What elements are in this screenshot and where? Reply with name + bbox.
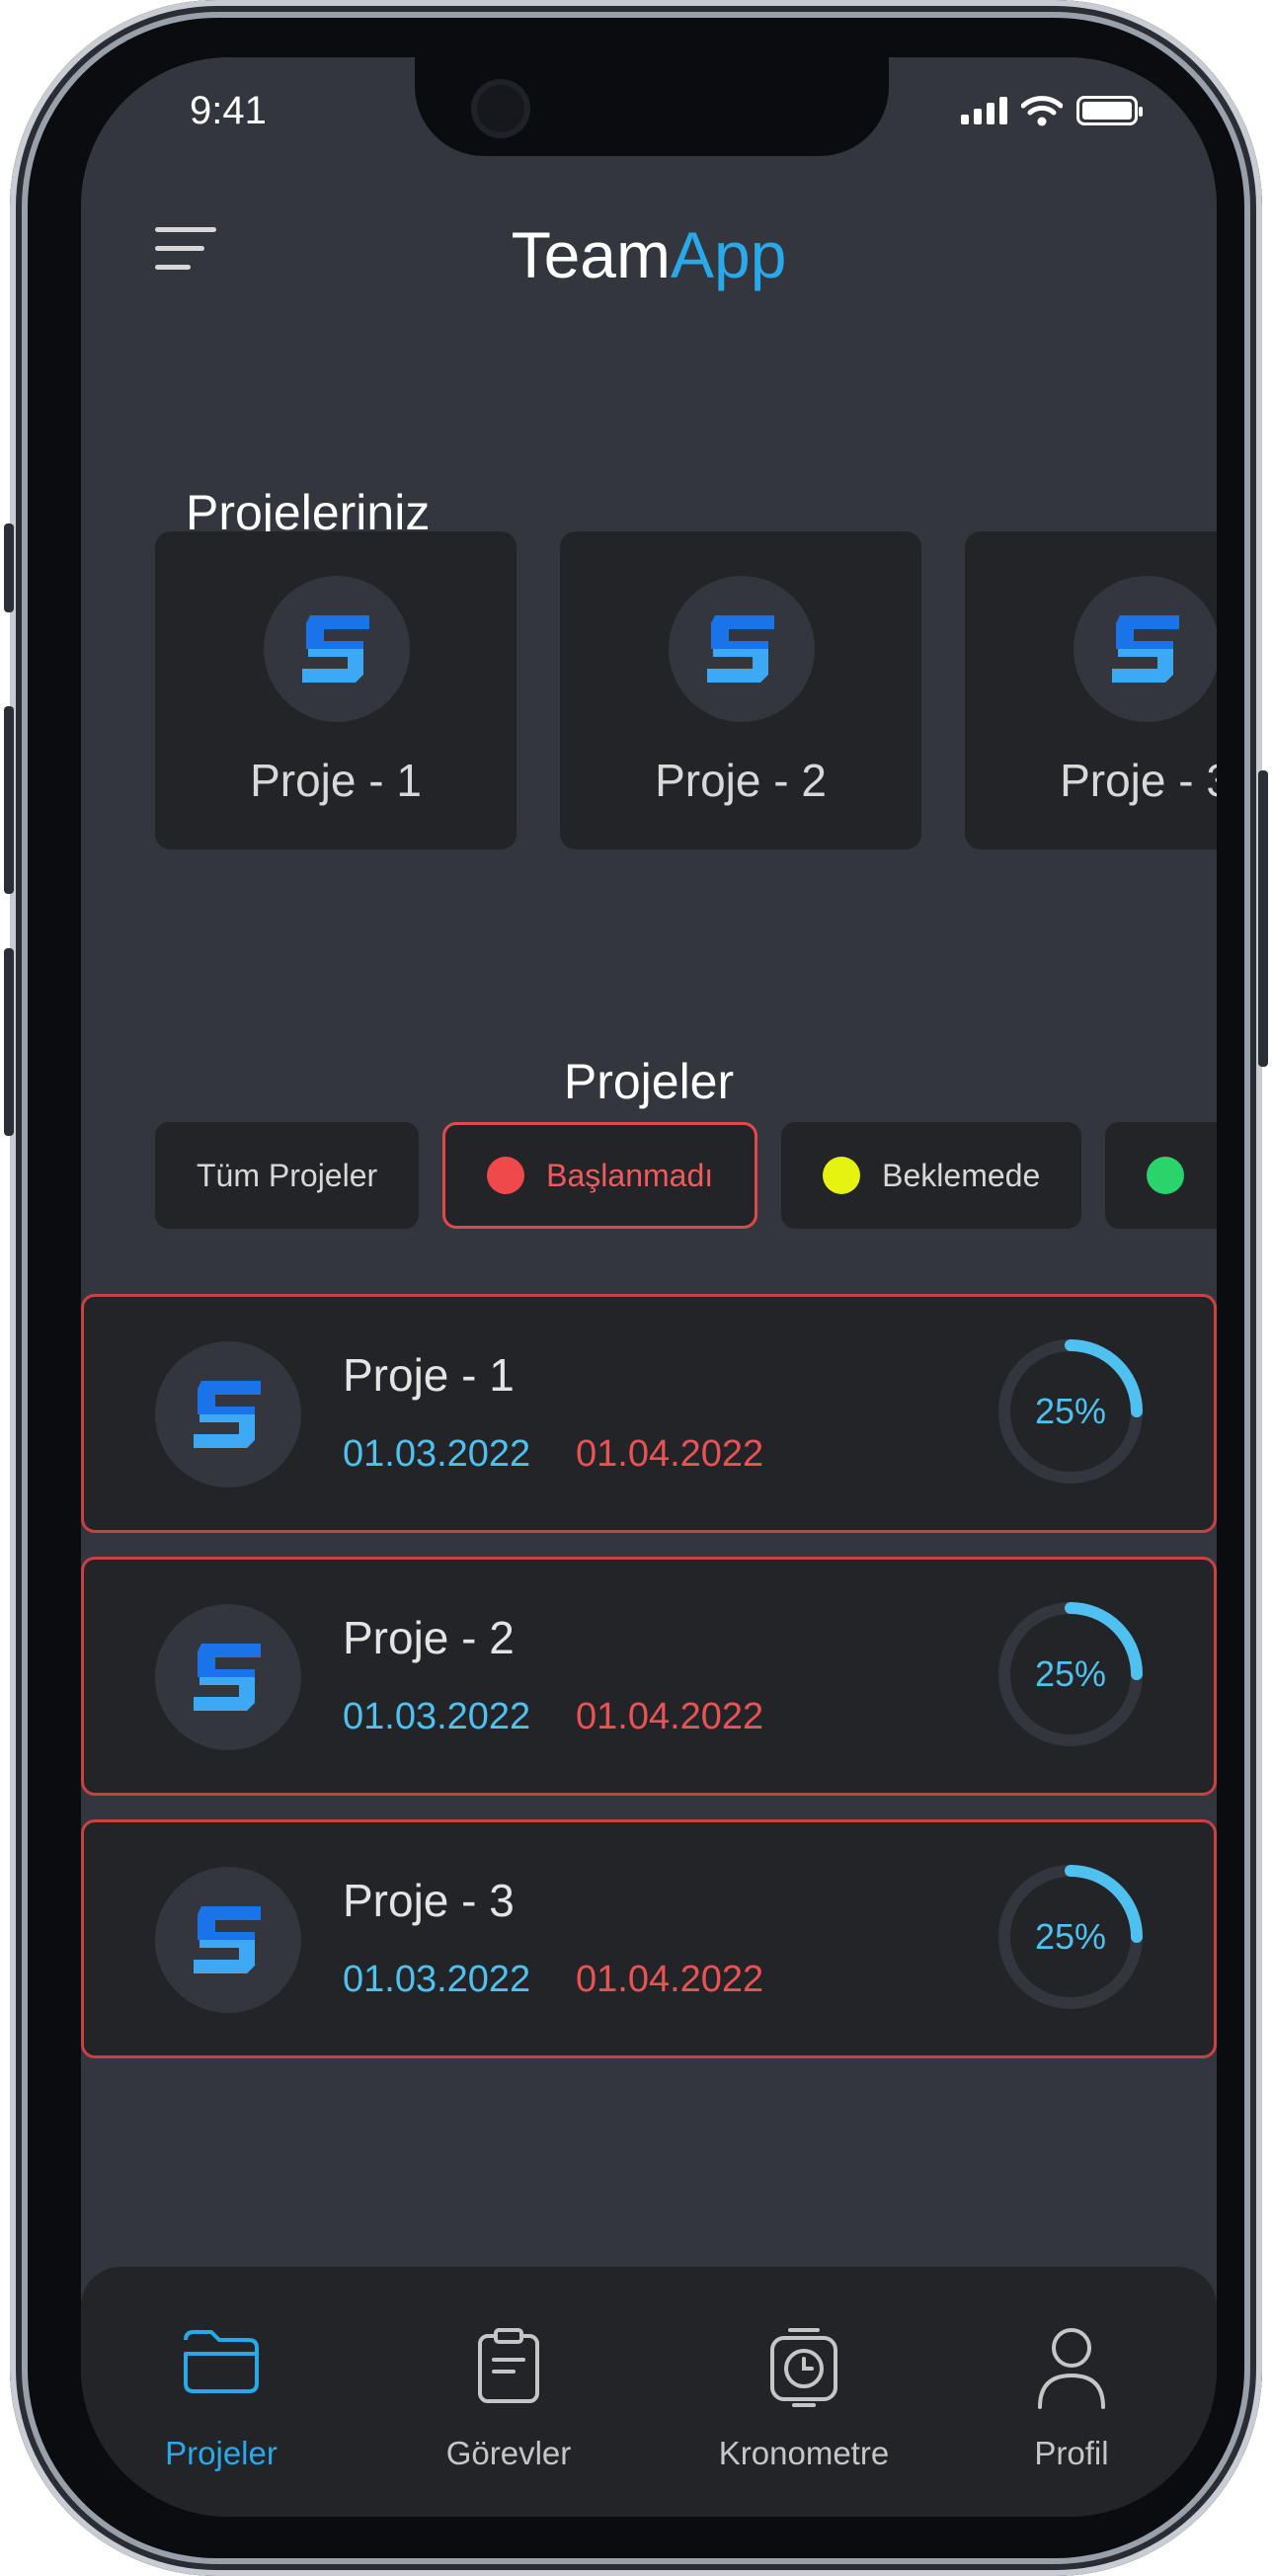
project-start-date: 01.03.2022 bbox=[343, 1433, 531, 1475]
app-title: TeamApp bbox=[81, 217, 1217, 292]
progress-percent: 25% bbox=[1034, 1653, 1107, 1694]
app-title-team: Team bbox=[511, 218, 671, 291]
status-dot-green bbox=[1147, 1157, 1185, 1194]
battery-icon bbox=[1076, 96, 1143, 125]
project-start-date: 01.03.2022 bbox=[343, 1959, 531, 2000]
project-card[interactable]: Proje - 1 bbox=[155, 531, 517, 849]
nav-tab-profile[interactable]: Profil bbox=[948, 2267, 1195, 2517]
nav-tab-tasks[interactable]: Görevler bbox=[385, 2267, 632, 2517]
project-card-label: Proje - 2 bbox=[655, 755, 827, 806]
project-logo-icon bbox=[155, 1867, 301, 2013]
progress-percent: 25% bbox=[1034, 1916, 1107, 1957]
project-card[interactable]: Proje - 3 bbox=[965, 531, 1217, 849]
stopwatch-icon bbox=[770, 2328, 837, 2407]
nav-tab-stopwatch[interactable]: Kronometre bbox=[680, 2267, 927, 2517]
project-end-date: 01.04.2022 bbox=[576, 1959, 764, 2000]
project-card[interactable]: Proje - 2 bbox=[560, 531, 921, 849]
project-logo-icon bbox=[155, 1604, 301, 1750]
project-name: Proje - 3 bbox=[343, 1875, 515, 1926]
nav-label: Projeler bbox=[165, 2435, 278, 2471]
phone-frame: 9:41 TeamApp Projeleriniz Proje - 1 Proj… bbox=[4, 0, 1268, 2576]
filter-chip-next[interactable] bbox=[1105, 1122, 1217, 1229]
volume-down-button bbox=[4, 948, 14, 1136]
filter-chip-all[interactable]: Tüm Projeler bbox=[155, 1122, 420, 1229]
clipboard-icon bbox=[478, 2328, 539, 2403]
project-name: Proje - 2 bbox=[343, 1612, 515, 1663]
project-name: Proje - 1 bbox=[343, 1349, 515, 1401]
status-time: 9:41 bbox=[190, 89, 267, 132]
app-screen: 9:41 TeamApp Projeleriniz Proje - 1 Proj… bbox=[81, 57, 1217, 2517]
filter-chip-not-started[interactable]: Başlanmadı bbox=[442, 1122, 758, 1229]
filter-chip-waiting[interactable]: Beklemede bbox=[781, 1122, 1082, 1229]
project-logo-icon bbox=[264, 576, 410, 722]
project-card-label: Proje - 3 bbox=[1060, 755, 1217, 806]
front-camera bbox=[471, 79, 530, 138]
project-cards-carousel[interactable]: Proje - 1 Proje - 2 Proje - 3 bbox=[155, 531, 1217, 849]
project-logo-icon bbox=[1074, 576, 1217, 722]
progress-percent: 25% bbox=[1034, 1391, 1107, 1431]
project-list-item[interactable]: Proje - 2 01.03.2022 01.04.2022 25% bbox=[81, 1557, 1217, 1796]
project-list-item[interactable]: Proje - 1 01.03.2022 01.04.2022 25% bbox=[81, 1294, 1217, 1533]
user-icon bbox=[1038, 2328, 1105, 2409]
project-logo-icon bbox=[155, 1341, 301, 1488]
filter-label: Başlanmadı bbox=[546, 1157, 714, 1193]
project-logo-icon bbox=[669, 576, 815, 722]
project-start-date: 01.03.2022 bbox=[343, 1696, 531, 1737]
power-button bbox=[1258, 770, 1268, 1067]
nav-tab-projects[interactable]: Projeler bbox=[98, 2267, 345, 2517]
app-title-app: App bbox=[670, 218, 787, 291]
nav-label: Kronometre bbox=[718, 2435, 890, 2471]
project-end-date: 01.04.2022 bbox=[576, 1433, 764, 1475]
wifi-icon bbox=[1021, 96, 1063, 126]
status-dot-yellow bbox=[823, 1157, 861, 1194]
status-dot-red bbox=[487, 1157, 525, 1194]
filter-label: Beklemede bbox=[882, 1157, 1041, 1193]
status-icons bbox=[961, 95, 1143, 126]
nav-label: Profil bbox=[1034, 2435, 1109, 2471]
nav-label: Görevler bbox=[445, 2435, 572, 2471]
mute-switch bbox=[4, 523, 14, 612]
filter-label: Tüm Projeler bbox=[197, 1157, 378, 1193]
bottom-nav: Projeler Görevler Kronometre Profil bbox=[81, 2267, 1217, 2517]
project-end-date: 01.04.2022 bbox=[576, 1696, 764, 1737]
volume-up-button bbox=[4, 706, 14, 894]
status-filter-bar: Tüm Projeler Başlanmadı Beklemede bbox=[155, 1122, 1217, 1229]
section-title-projects: Projeler bbox=[563, 1054, 735, 1109]
project-card-label: Proje - 1 bbox=[250, 755, 422, 806]
signal-icon bbox=[961, 97, 1007, 124]
project-list-item[interactable]: Proje - 3 01.03.2022 01.04.2022 25% bbox=[81, 1819, 1217, 2058]
folder-icon bbox=[184, 2330, 259, 2393]
